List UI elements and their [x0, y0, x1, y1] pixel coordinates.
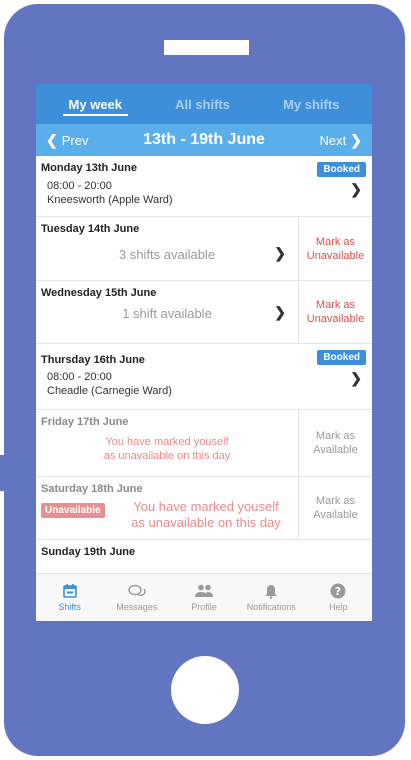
mark-label-line2: Available [313, 444, 358, 456]
phone-speaker [164, 40, 249, 55]
unavailable-badge: Unavailable [41, 503, 105, 518]
mark-label-line1: Mark as [315, 299, 356, 311]
prev-week-button[interactable]: ❮ Prev [46, 132, 88, 149]
message-line2: as unavailable on this day [103, 450, 231, 462]
chevron-right-icon[interactable]: ❯ [350, 181, 362, 198]
availability-text[interactable]: 3 shifts available [36, 247, 298, 262]
mark-available-button[interactable]: Mark as Available [298, 477, 372, 539]
nav-label: Messages [116, 602, 158, 612]
mark-available-button[interactable]: Mark as Available [298, 410, 372, 476]
day-friday: Friday 17th June You have marked youself… [36, 410, 372, 477]
next-week-button[interactable]: Next ❯ [320, 132, 362, 149]
help-icon: ? [330, 583, 346, 599]
day-wednesday: Wednesday 15th June 1 shift available ❯ … [36, 281, 372, 344]
message-line1: You have marked youself [133, 499, 279, 514]
mark-label-line2: Unavailable [306, 249, 365, 262]
message-line2: as unavailable on this day [131, 515, 281, 530]
chevron-right-icon[interactable]: ❯ [274, 245, 286, 262]
nav-messages[interactable]: Messages [103, 574, 170, 621]
mark-label-line1: Mark as [315, 430, 356, 442]
chevron-right-icon[interactable]: ❯ [350, 370, 362, 387]
nav-profile[interactable]: Profile [170, 574, 237, 621]
nav-label: Shifts [58, 602, 81, 612]
nav-label: Help [329, 602, 348, 612]
nav-notifications[interactable]: Notifications [238, 574, 305, 621]
shift-location: Cheadle (Carnegie Ward) [47, 385, 172, 397]
mark-label-line1: Mark as [315, 495, 356, 507]
availability-text[interactable]: 1 shift available [36, 306, 298, 321]
prev-label: Prev [61, 132, 89, 148]
chevron-right-icon: ❯ [350, 131, 362, 148]
week-navigation: ❮ Prev 13th - 19th June Next ❯ [36, 124, 372, 156]
booked-badge: Booked [317, 162, 366, 177]
unavailable-message: You have marked youself as unavailable o… [108, 499, 304, 531]
next-label: Next [319, 132, 347, 148]
booked-badge: Booked [317, 350, 366, 365]
tab-my-week[interactable]: My week [62, 84, 129, 124]
message-line1: You have marked youself [105, 436, 229, 448]
mark-unavailable-button[interactable]: Mark as Unavailable [298, 281, 372, 343]
mark-label-line1: Mark as [315, 235, 356, 248]
week-title: 13th - 19th June [143, 131, 265, 148]
day-tuesday: Tuesday 14th June 3 shifts available ❯ M… [36, 217, 372, 281]
nav-help[interactable]: ? Help [305, 574, 372, 621]
shift-time: 08:00 - 20:00 [47, 371, 112, 383]
bell-icon [263, 583, 279, 599]
mark-label-line2: Available [313, 509, 358, 521]
svg-text:?: ? [335, 585, 341, 598]
tab-my-shifts[interactable]: My shifts [277, 84, 345, 124]
day-thursday[interactable]: Thursday 16th June Booked 08:00 - 20:00 … [36, 344, 372, 410]
shift-location: Kneesworth (Apple Ward) [47, 194, 173, 206]
people-icon [193, 583, 215, 599]
nav-shifts[interactable]: Shifts [36, 574, 103, 621]
home-button[interactable] [171, 656, 239, 724]
chat-icon [127, 583, 147, 599]
chevron-right-icon[interactable]: ❯ [274, 304, 286, 321]
phone-frame: My week All shifts My shifts ❮ Prev 13th… [4, 4, 405, 756]
phone-side-button [0, 455, 5, 491]
top-tabs: My week All shifts My shifts [36, 84, 372, 124]
calendar-icon [62, 583, 78, 599]
mark-label-line2: Unavailable [306, 313, 365, 325]
nav-label: Notifications [246, 602, 296, 612]
day-name: Sunday 19th June [41, 546, 136, 558]
nav-label: Profile [191, 602, 217, 612]
day-saturday: Saturday 18th June Unavailable You have … [36, 477, 372, 540]
chevron-left-icon: ❮ [46, 131, 58, 148]
tab-all-shifts[interactable]: All shifts [169, 84, 236, 124]
shift-time: 08:00 - 20:00 [47, 180, 112, 192]
app-screen: My week All shifts My shifts ❮ Prev 13th… [36, 84, 372, 621]
mark-unavailable-button[interactable]: Mark as Unavailable [298, 217, 372, 280]
bottom-navigation: Shifts Messages Profile Notifications ? … [36, 573, 372, 621]
day-monday[interactable]: Monday 13th June Booked 08:00 - 20:00 Kn… [36, 156, 372, 217]
unavailable-message: You have marked youself as unavailable o… [36, 435, 298, 463]
